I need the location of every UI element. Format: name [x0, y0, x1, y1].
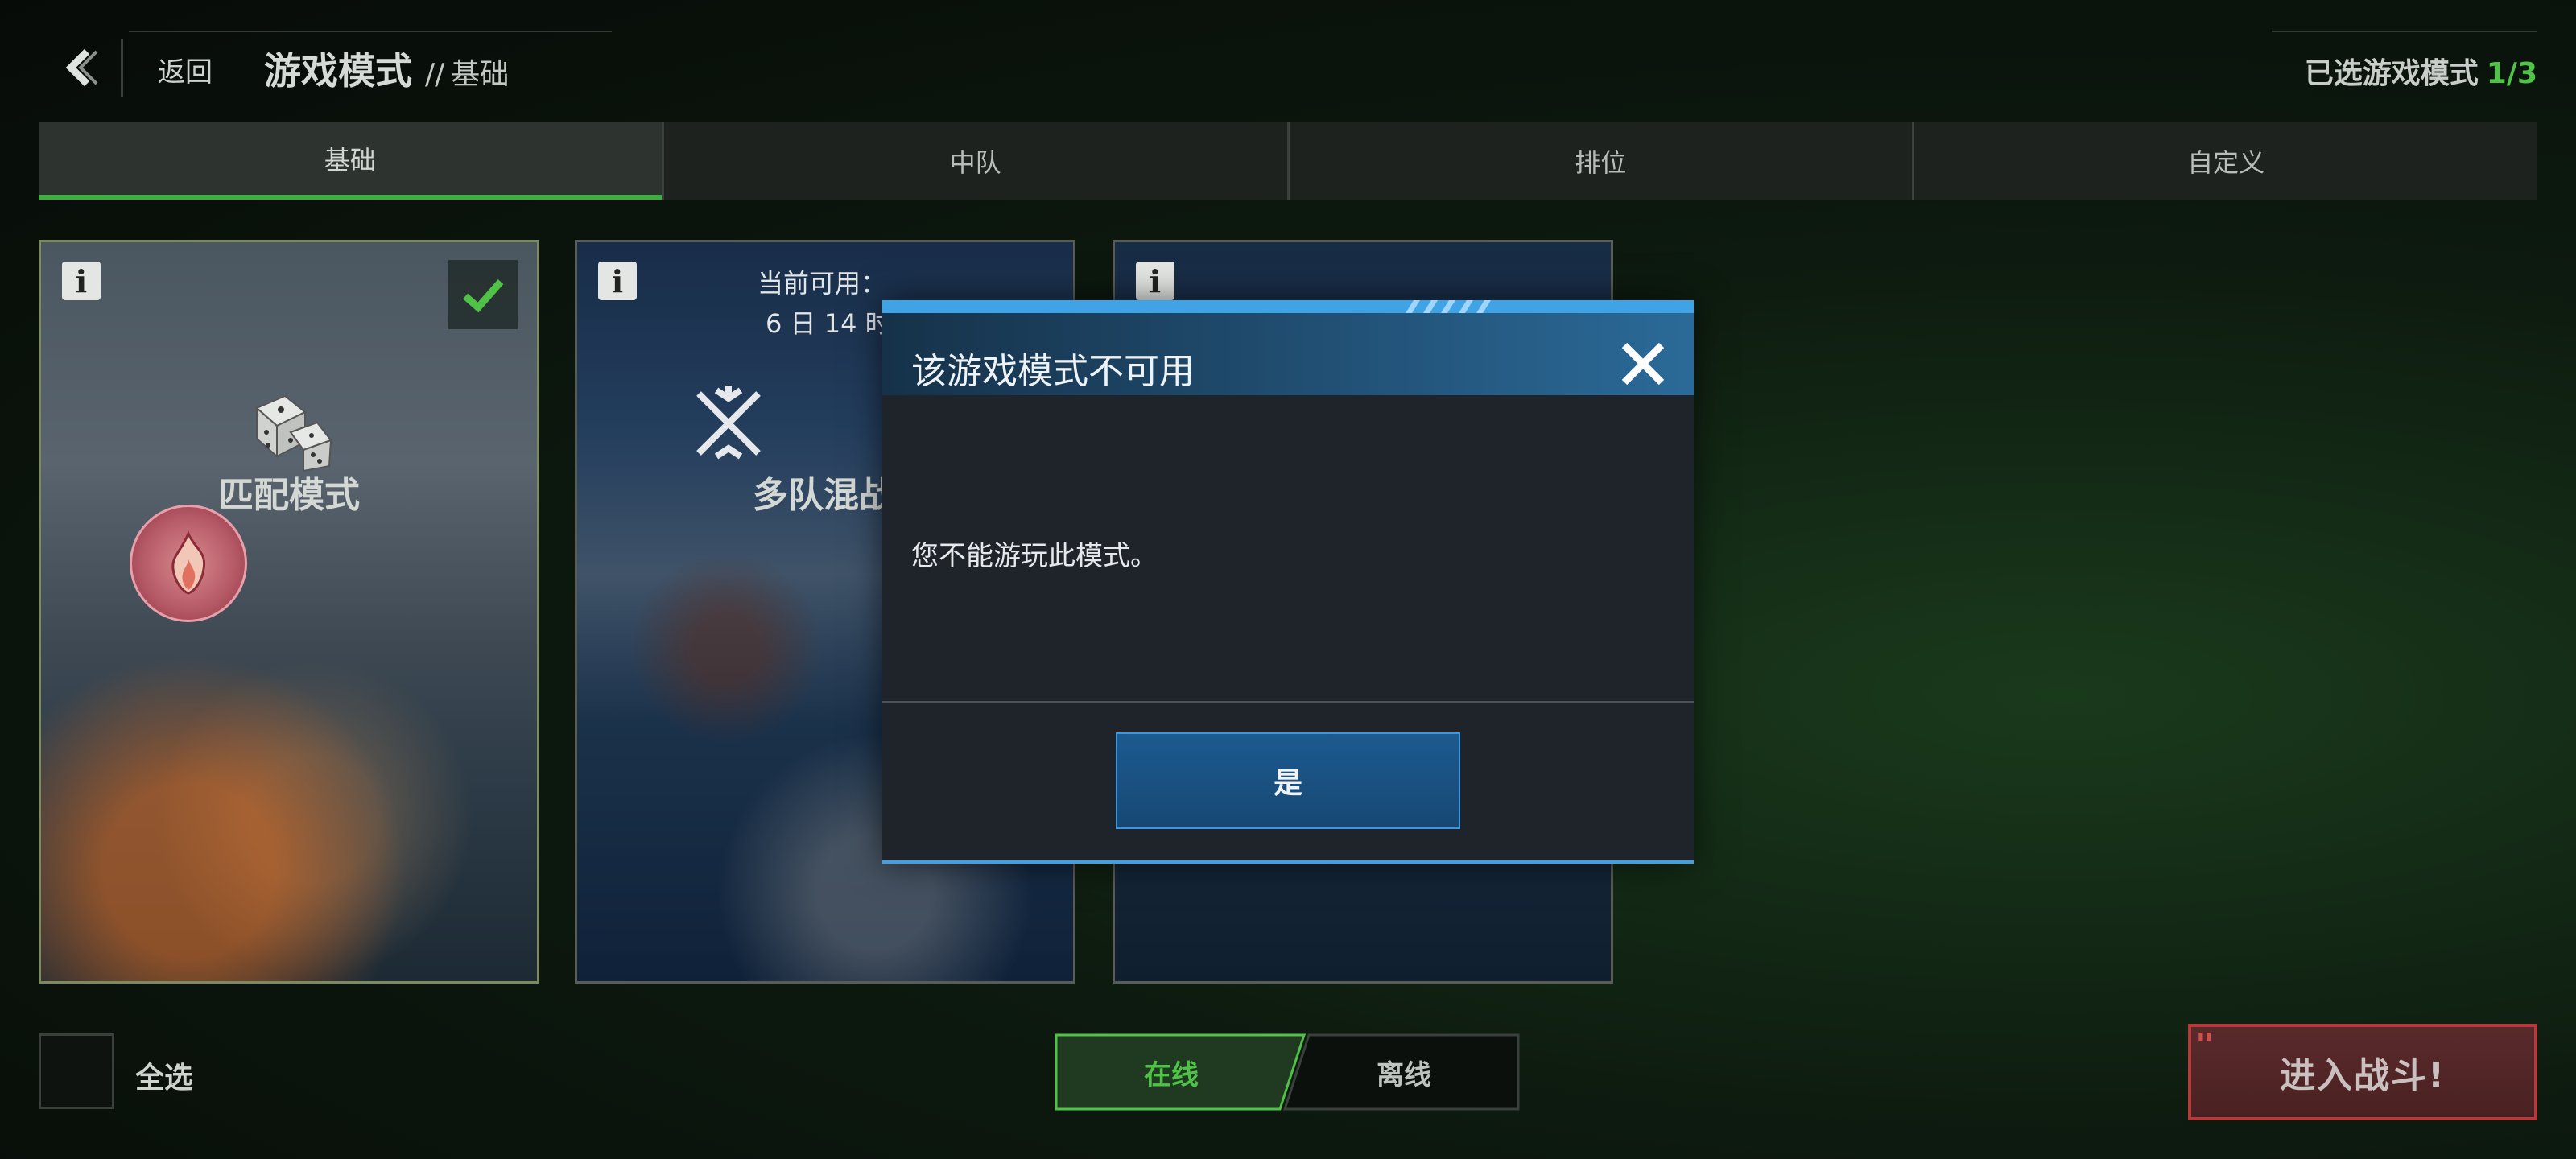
tab-custom[interactable]: 自定义: [1912, 122, 2537, 200]
top-divider: [129, 31, 612, 32]
selected-modes-count: 1/3: [2486, 57, 2537, 90]
selected-modes-counter: 已选游戏模式 1/3: [2305, 50, 2537, 92]
select-all-label[interactable]: 全选: [135, 1054, 193, 1096]
enter-battle-button[interactable]: ▮▮ 进入战斗!: [2188, 1024, 2537, 1120]
checkmark-icon: [463, 279, 504, 313]
top-divider: [2272, 31, 2537, 32]
back-label[interactable]: 返回: [158, 50, 213, 89]
offline-option[interactable]: 离线: [1288, 1033, 1520, 1111]
page-subtitle: 基础: [451, 58, 510, 91]
availability-text: 当前可用： 6 日 14 时: [758, 263, 891, 344]
dialog-header: 该游戏模式不可用: [882, 300, 1694, 395]
availability-label: 当前可用：: [758, 268, 887, 299]
top-bar: 返回 游戏模式 //基础 已选游戏模式 1/3: [0, 0, 2576, 121]
info-icon[interactable]: i: [1136, 262, 1174, 300]
mode-card-match[interactable]: i 匹配模式: [39, 240, 539, 984]
rank-flame-badge: [130, 505, 247, 622]
tab-squadron[interactable]: 中队: [661, 122, 1287, 200]
tab-ranked[interactable]: 排位: [1286, 122, 1913, 200]
page-title-text: 游戏模式: [264, 49, 412, 93]
header-stripes-decoration: [1406, 300, 1491, 313]
online-offline-toggle: 在线 离线: [1055, 1033, 1520, 1111]
mode-selected-checkbox[interactable]: [448, 260, 518, 329]
dialog-title: 该游戏模式不可用: [911, 351, 1195, 392]
selected-modes-label: 已选游戏模式: [2304, 57, 2479, 90]
confirm-button[interactable]: 是: [1116, 732, 1460, 829]
tab-basic[interactable]: 基础: [39, 122, 662, 200]
chevron-left-icon: [65, 48, 98, 87]
info-icon[interactable]: i: [598, 262, 637, 300]
online-option[interactable]: 在线: [1055, 1033, 1288, 1111]
unavailable-mode-dialog: 该游戏模式不可用 您不能游玩此模式。 是: [882, 300, 1694, 864]
flame-icon: [171, 530, 206, 595]
corner-mark: ▮▮: [2198, 1030, 2214, 1043]
dice-icon: [41, 384, 537, 472]
info-icon[interactable]: i: [62, 262, 101, 300]
dialog-divider: [882, 701, 1694, 703]
close-icon[interactable]: [1615, 336, 1671, 392]
enter-battle-label: 进入战斗!: [2279, 1055, 2446, 1096]
availability-time: 6 日 14 时: [766, 308, 891, 339]
select-all-checkbox[interactable]: [39, 1033, 114, 1109]
page-title: 游戏模式 //基础: [264, 42, 509, 95]
back-button[interactable]: [40, 39, 123, 97]
title-separator: //: [425, 58, 445, 91]
mode-category-tabs: 基础 中队 排位 自定义: [39, 122, 2537, 200]
mode-name: 匹配模式: [218, 475, 360, 516]
dialog-message: 您不能游玩此模式。: [911, 540, 1158, 572]
